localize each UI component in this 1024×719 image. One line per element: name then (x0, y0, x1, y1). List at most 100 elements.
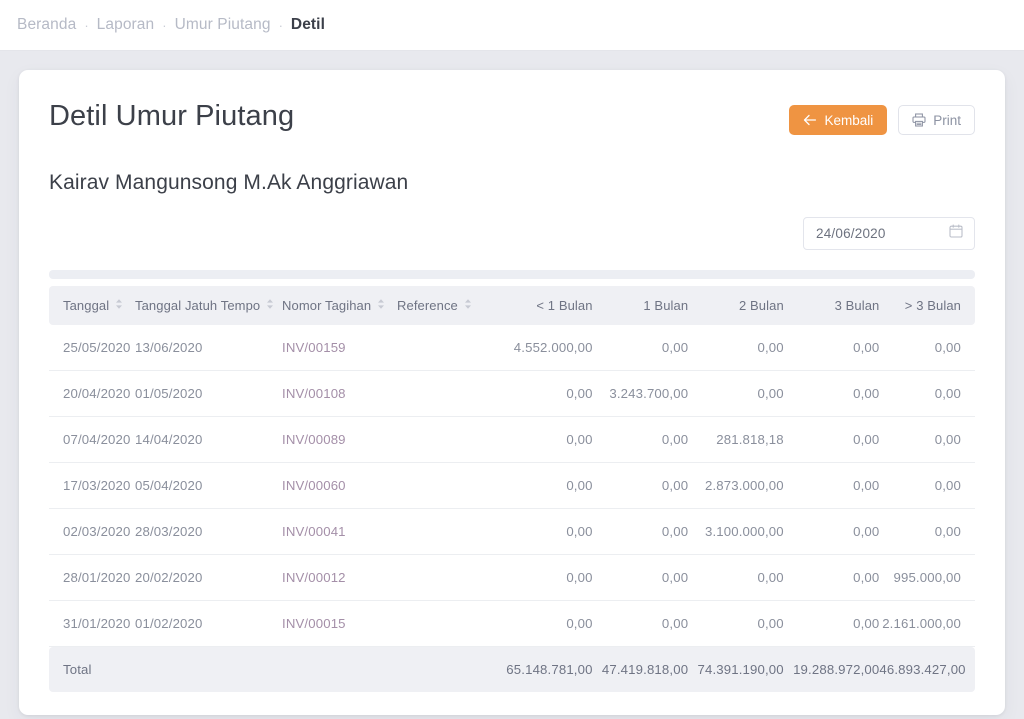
aging-detail-table: Tanggal Tanggal Jatuh Tempo Nomor Tagiha… (49, 286, 975, 692)
cell-bucket-1: 0,00 (592, 554, 689, 601)
table-row: 02/03/2020 28/03/2020 INV/00041 0,00 0,0… (49, 508, 975, 555)
cell-bucket-gt3: 0,00 (879, 370, 975, 417)
cell-tanggal: 02/03/2020 (49, 508, 135, 555)
filter-row: 24/06/2020 (49, 217, 975, 250)
cell-bucket-lt1: 0,00 (497, 554, 593, 601)
sort-icon[interactable] (115, 298, 123, 313)
cell-bucket-3: 0,00 (783, 462, 880, 509)
cell-bucket-gt3: 995.000,00 (879, 554, 975, 601)
cell-jatuh-tempo: 01/05/2020 (135, 370, 282, 417)
table-row: 07/04/2020 14/04/2020 INV/00089 0,00 0,0… (49, 416, 975, 463)
breadcrumb-separator: · (278, 17, 283, 33)
invoice-link[interactable]: INV/00012 (282, 570, 346, 585)
cell-bucket-2: 0,00 (688, 370, 784, 417)
breadcrumb-item-umur-piutang[interactable]: Umur Piutang (172, 16, 274, 34)
invoice-link[interactable]: INV/00159 (282, 340, 346, 355)
print-button-label: Print (933, 112, 961, 128)
back-button[interactable]: Kembali (789, 105, 888, 135)
header-actions: Kembali Print (789, 100, 975, 135)
customer-name: Kairav Mangunsong M.Ak Anggriawan (49, 171, 409, 194)
table-footer: Total 65.148.781,00 47.419.818,00 74.391… (49, 646, 975, 692)
sort-icon[interactable] (266, 298, 274, 313)
invoice-link[interactable]: INV/00108 (282, 386, 346, 401)
breadcrumb-item-laporan[interactable]: Laporan (94, 16, 158, 34)
page-title: Detil Umur Piutang (49, 100, 295, 132)
arrow-left-icon (803, 114, 817, 126)
back-button-label: Kembali (824, 112, 874, 128)
cell-jatuh-tempo: 13/06/2020 (135, 325, 282, 371)
sort-icon[interactable] (464, 298, 472, 313)
cell-bucket-lt1: 0,00 (497, 600, 593, 647)
total-bucket-lt1: 65.148.781,00 (497, 646, 593, 692)
cell-bucket-2: 0,00 (688, 600, 784, 647)
column-header-reference[interactable]: Reference (397, 286, 497, 325)
cell-bucket-1: 0,00 (592, 325, 689, 371)
column-label: Tanggal Jatuh Tempo (135, 298, 261, 313)
cell-bucket-2: 0,00 (688, 325, 784, 371)
print-button[interactable]: Print (898, 105, 975, 135)
table-row: 31/01/2020 01/02/2020 INV/00015 0,00 0,0… (49, 600, 975, 647)
cell-bucket-3: 0,00 (783, 508, 880, 555)
cell-tanggal: 25/05/2020 (49, 325, 135, 371)
cell-bucket-3: 0,00 (783, 554, 880, 601)
cell-tanggal: 28/01/2020 (49, 554, 135, 601)
cell-reference (397, 325, 497, 371)
cell-bucket-lt1: 0,00 (497, 508, 593, 555)
cell-jatuh-tempo: 28/03/2020 (135, 508, 282, 555)
cell-jatuh-tempo: 01/02/2020 (135, 600, 282, 647)
cell-tanggal: 17/03/2020 (49, 462, 135, 509)
table-row: 28/01/2020 20/02/2020 INV/00012 0,00 0,0… (49, 554, 975, 601)
sort-icon[interactable] (377, 298, 385, 313)
cell-nomor-tagihan[interactable]: INV/00089 (282, 416, 397, 463)
column-header-tanggal-jatuh-tempo[interactable]: Tanggal Jatuh Tempo (135, 286, 282, 325)
column-header-nomor-tagihan[interactable]: Nomor Tagihan (282, 286, 397, 325)
total-bucket-3: 19.288.972,00 (783, 646, 880, 692)
invoice-link[interactable]: INV/00041 (282, 524, 346, 539)
total-spacer (282, 646, 397, 692)
cell-nomor-tagihan[interactable]: INV/00015 (282, 600, 397, 647)
column-header-bucket-gt3: > 3 Bulan (879, 286, 975, 325)
cell-bucket-2: 2.873.000,00 (688, 462, 784, 509)
breadcrumb: Beranda · Laporan · Umur Piutang · Detil (0, 0, 1024, 51)
card-header: Detil Umur Piutang Kembali Print (49, 100, 975, 135)
invoice-link[interactable]: INV/00015 (282, 616, 346, 631)
column-label: Reference (397, 298, 458, 313)
breadcrumb-separator: · (84, 17, 89, 33)
cell-nomor-tagihan[interactable]: INV/00159 (282, 325, 397, 371)
column-header-tanggal[interactable]: Tanggal (49, 286, 135, 325)
total-spacer (397, 646, 497, 692)
table-body: 25/05/2020 13/06/2020 INV/00159 4.552.00… (49, 325, 975, 647)
total-spacer (135, 646, 282, 692)
invoice-link[interactable]: INV/00089 (282, 432, 346, 447)
cell-reference (397, 508, 497, 555)
breadcrumb-item-beranda[interactable]: Beranda (14, 16, 79, 34)
calendar-icon[interactable] (949, 224, 963, 243)
cell-bucket-gt3: 0,00 (879, 462, 975, 509)
cell-tanggal: 07/04/2020 (49, 416, 135, 463)
invoice-link[interactable]: INV/00060 (282, 478, 346, 493)
cell-jatuh-tempo: 20/02/2020 (135, 554, 282, 601)
table-header-row: Tanggal Tanggal Jatuh Tempo Nomor Tagiha… (49, 286, 975, 325)
cell-nomor-tagihan[interactable]: INV/00108 (282, 370, 397, 417)
cell-bucket-gt3: 0,00 (879, 508, 975, 555)
cell-bucket-3: 0,00 (783, 325, 880, 371)
cell-jatuh-tempo: 14/04/2020 (135, 416, 282, 463)
total-row: Total 65.148.781,00 47.419.818,00 74.391… (49, 646, 975, 692)
breadcrumb-separator: · (162, 17, 167, 33)
table-header: Tanggal Tanggal Jatuh Tempo Nomor Tagiha… (49, 286, 975, 325)
cell-nomor-tagihan[interactable]: INV/00041 (282, 508, 397, 555)
date-input[interactable]: 24/06/2020 (803, 217, 975, 250)
cell-bucket-1: 0,00 (592, 600, 689, 647)
cell-bucket-1: 0,00 (592, 462, 689, 509)
column-header-bucket-3: 3 Bulan (783, 286, 880, 325)
cell-nomor-tagihan[interactable]: INV/00012 (282, 554, 397, 601)
table-horizontal-scrollbar[interactable] (49, 270, 975, 279)
cell-bucket-2: 281.818,18 (688, 416, 784, 463)
date-input-value: 24/06/2020 (816, 226, 886, 241)
cell-nomor-tagihan[interactable]: INV/00060 (282, 462, 397, 509)
total-bucket-gt3: 46.893.427,00 (879, 646, 975, 692)
total-bucket-1: 47.419.818,00 (592, 646, 689, 692)
column-header-bucket-1: 1 Bulan (592, 286, 689, 325)
cell-bucket-gt3: 0,00 (879, 416, 975, 463)
cell-bucket-gt3: 0,00 (879, 325, 975, 371)
